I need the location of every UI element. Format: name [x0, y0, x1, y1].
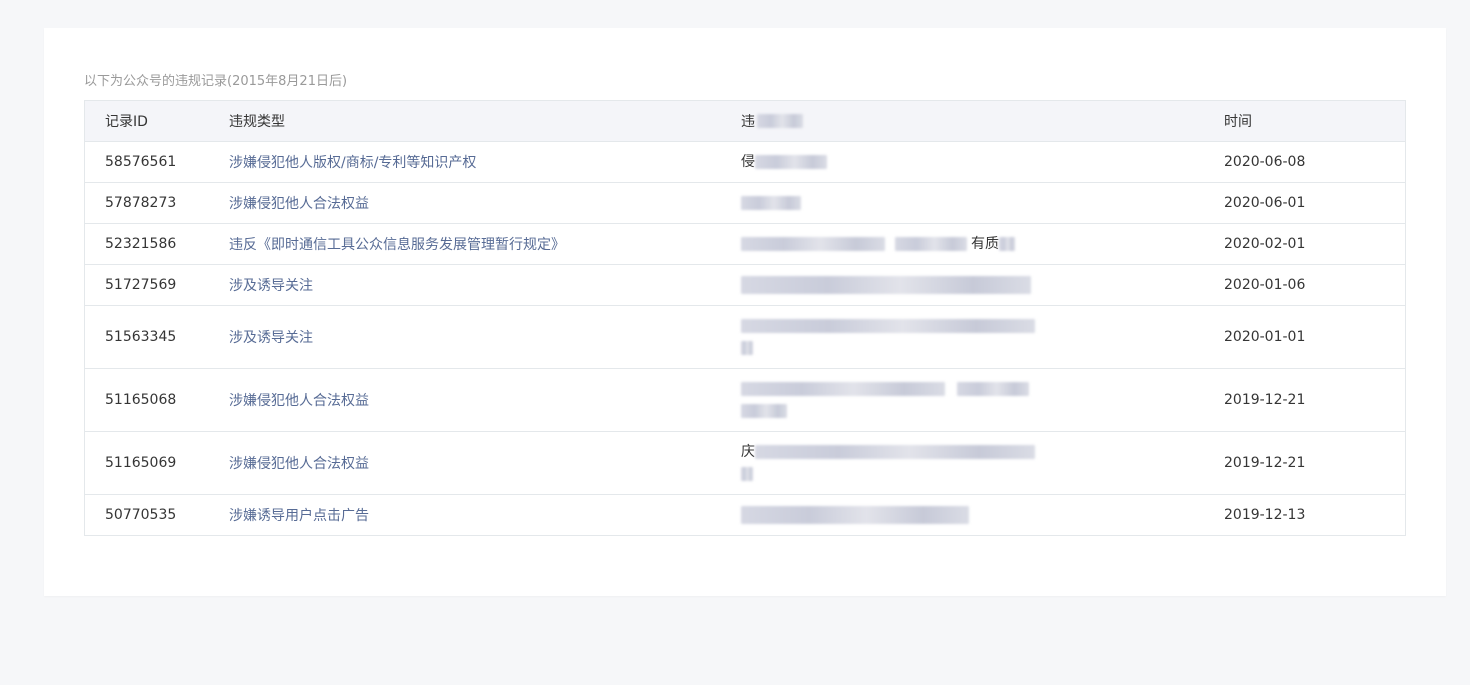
record-time: 2020-02-01 — [1224, 236, 1306, 252]
redacted-block — [741, 382, 945, 396]
table-row: 51165068 涉嫌侵犯他人合法权益 2019-12-21 — [85, 369, 1405, 432]
violation-content: 庆 — [741, 432, 1224, 494]
violation-content — [741, 306, 1224, 368]
violation-content — [741, 183, 1224, 223]
redacted-block — [741, 506, 969, 524]
table-row: 57878273 涉嫌侵犯他人合法权益 2020-06-01 — [85, 183, 1405, 224]
table-row: 50770535 涉嫌诱导用户点击广告 2019-12-13 — [85, 495, 1405, 535]
record-id: 52321586 — [105, 236, 177, 252]
table-row: 52321586 违反《即时通信工具公众信息服务发展管理暂行规定》 有质 202… — [85, 224, 1405, 265]
redacted-block — [895, 237, 967, 251]
record-time: 2020-01-01 — [1224, 329, 1306, 345]
table-row: 51563345 涉及诱导关注 2020-01-01 — [85, 306, 1405, 369]
record-time: 2020-06-01 — [1224, 195, 1306, 211]
violation-records-table: 记录ID 违规类型 违 时间 58576561 涉嫌侵犯他人版权/商标/专利等知… — [84, 100, 1406, 536]
violation-type-link[interactable]: 涉嫌侵犯他人合法权益 — [229, 193, 741, 213]
violation-content: 侵 — [741, 142, 1224, 182]
record-id: 51165069 — [105, 455, 177, 471]
header-violation-type: 违规类型 — [229, 114, 285, 130]
violation-type-link[interactable]: 涉嫌侵犯他人合法权益 — [229, 390, 741, 410]
record-time: 2019-12-21 — [1224, 392, 1306, 408]
header-content-label: 违 — [741, 114, 755, 130]
violation-type-link[interactable]: 涉嫌侵犯他人合法权益 — [229, 453, 741, 473]
record-id: 50770535 — [105, 507, 177, 523]
content-fragment: 有质 — [971, 236, 999, 252]
redacted-block — [741, 319, 1035, 333]
redacted-block — [999, 237, 1015, 251]
header-record-id: 记录ID — [105, 114, 148, 130]
record-id: 51563345 — [105, 329, 177, 345]
redacted-block — [741, 404, 787, 418]
redacted-block — [755, 155, 827, 169]
violation-type-link[interactable]: 涉嫌诱导用户点击广告 — [229, 505, 741, 525]
violation-content — [741, 265, 1224, 305]
record-time: 2020-06-08 — [1224, 154, 1306, 170]
violation-content — [741, 495, 1224, 535]
violation-content — [741, 369, 1224, 431]
violation-type-link[interactable]: 违反《即时通信工具公众信息服务发展管理暂行规定》 — [229, 234, 741, 254]
record-id: 57878273 — [105, 195, 177, 211]
header-time: 时间 — [1224, 114, 1252, 130]
table-row: 51727569 涉及诱导关注 2020-01-06 — [85, 265, 1405, 306]
table-row: 58576561 涉嫌侵犯他人版权/商标/专利等知识产权 侵 2020-06-0… — [85, 142, 1405, 183]
record-time: 2019-12-21 — [1224, 455, 1306, 471]
record-id: 51165068 — [105, 392, 177, 408]
violation-type-link[interactable]: 涉及诱导关注 — [229, 275, 741, 295]
table-row: 51165069 涉嫌侵犯他人合法权益 庆 2019-12-21 — [85, 432, 1405, 495]
redacted-block — [741, 196, 801, 210]
content-fragment: 侵 — [741, 154, 755, 170]
redacted-block — [957, 382, 1029, 396]
violation-records-card: 以下为公众号的违规记录(2015年8月21日后) 记录ID 违规类型 违 时间 … — [44, 28, 1446, 596]
records-caption: 以下为公众号的违规记录(2015年8月21日后) — [84, 74, 348, 89]
violation-content: 有质 — [741, 224, 1224, 264]
violation-type-link[interactable]: 涉嫌侵犯他人版权/商标/专利等知识产权 — [229, 152, 741, 172]
record-id: 51727569 — [105, 277, 177, 293]
redacted-block — [755, 445, 1035, 459]
redacted-block — [741, 467, 753, 481]
redacted-block — [757, 114, 803, 128]
redacted-block — [741, 237, 885, 251]
content-fragment: 庆 — [741, 444, 755, 460]
violation-type-link[interactable]: 涉及诱导关注 — [229, 327, 741, 347]
record-time: 2020-01-06 — [1224, 277, 1306, 293]
header-violation-content: 违 — [741, 101, 1224, 141]
table-header: 记录ID 违规类型 违 时间 — [85, 101, 1405, 142]
record-time: 2019-12-13 — [1224, 507, 1306, 523]
record-id: 58576561 — [105, 154, 177, 170]
redacted-block — [741, 276, 1031, 294]
redacted-block — [741, 341, 753, 355]
